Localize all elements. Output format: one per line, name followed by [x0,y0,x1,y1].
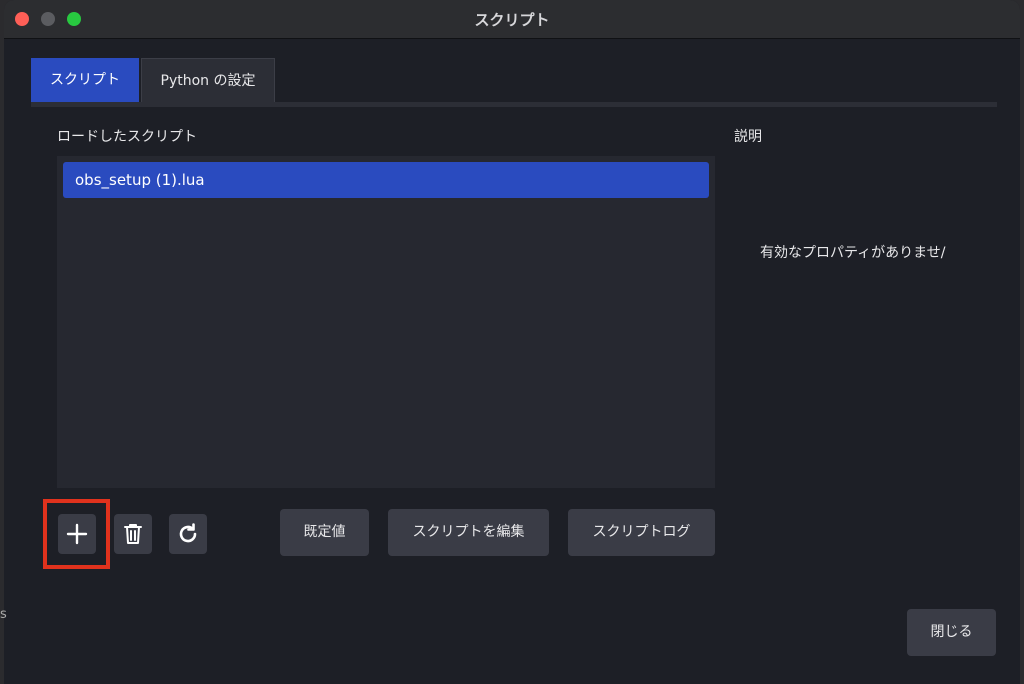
edit-script-button[interactable]: スクリプトを編集 [388,509,549,556]
window-title: スクリプト [474,11,550,29]
list-item[interactable]: obs_setup (1).lua [63,162,709,198]
script-log-button[interactable]: スクリプトログ [568,509,715,556]
scripts-window: スクリプト スクリプト Python の設定 ロードしたスクリプト 説明 obs… [4,0,1020,684]
plus-icon [66,523,88,545]
description-text: 有効なプロパティがありませ/ [760,245,946,261]
title-bar: スクリプト [4,0,1020,39]
description-heading: 説明 [734,129,762,145]
reload-script-button[interactable] [169,514,207,554]
trash-icon [124,524,142,544]
add-script-button[interactable] [58,514,96,554]
tab-divider [31,102,997,107]
remove-script-button[interactable] [114,514,152,554]
script-list[interactable]: obs_setup (1).lua [57,156,715,488]
background-edge-text: s [0,607,7,622]
reload-icon [179,523,197,543]
tab-scripts[interactable]: スクリプト [31,58,139,102]
tab-python-settings[interactable]: Python の設定 [141,58,275,102]
loaded-scripts-heading: ロードしたスクリプト [57,129,197,145]
defaults-button[interactable]: 既定値 [280,509,369,556]
close-button[interactable]: 閉じる [907,609,996,656]
